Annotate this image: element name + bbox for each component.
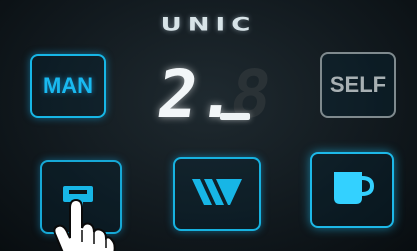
digital-display: 2. 8 [153, 52, 277, 133]
hand-pointer-icon [38, 190, 118, 251]
man-label: MAN [42, 73, 94, 98]
large-cup-button[interactable] [310, 152, 394, 228]
brand-logo: UNIC [0, 14, 417, 42]
man-button[interactable]: MAN [30, 54, 106, 118]
brand-name: UNIC [160, 14, 257, 36]
control-panel: UNIC MAN 2. 8 SELF [0, 0, 417, 251]
self-label: SELF [329, 72, 387, 97]
w-icon [190, 177, 244, 211]
self-button[interactable]: SELF [320, 52, 396, 118]
mug-icon [330, 168, 375, 212]
display-cursor [220, 113, 250, 120]
w-button[interactable] [173, 157, 261, 231]
